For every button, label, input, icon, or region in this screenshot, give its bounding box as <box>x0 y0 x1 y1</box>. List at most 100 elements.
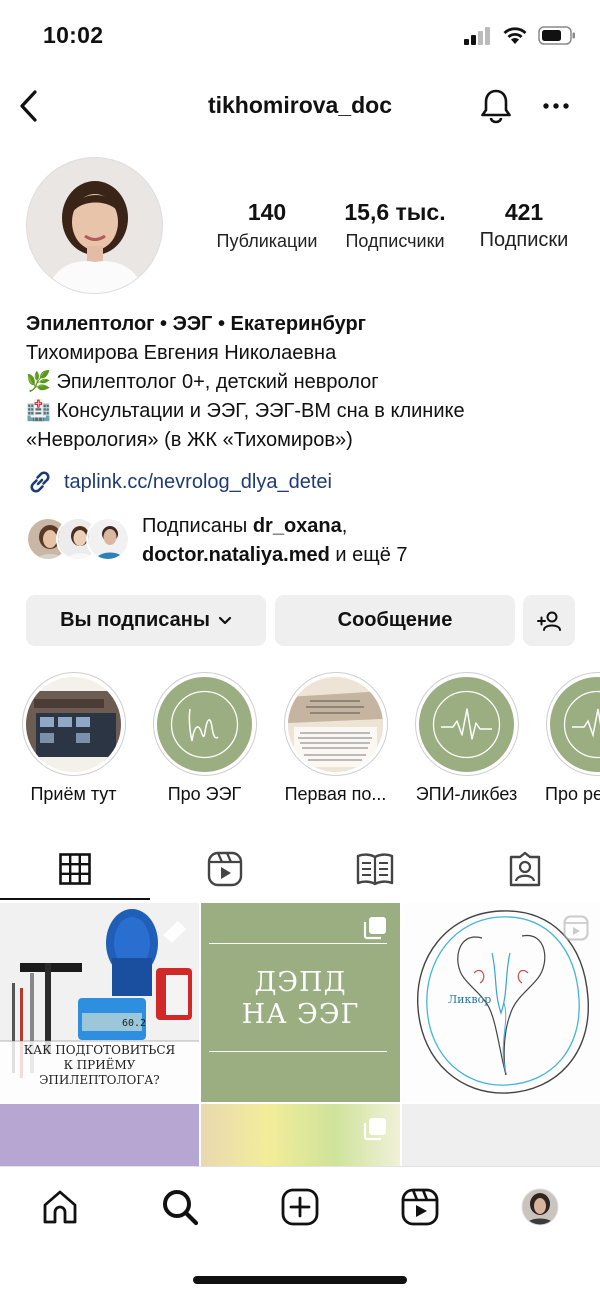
status-bar: 10:02 <box>0 0 600 72</box>
bio-link[interactable]: taplink.cc/nevrolog_dlya_detei <box>26 468 332 496</box>
followed-by-text: Подписаны dr_oxana, doctor.nataliya.med … <box>142 515 408 566</box>
status-icons <box>464 26 576 45</box>
highlight-cover <box>288 676 383 772</box>
highlight-label: Про ЭЭГ <box>167 784 242 804</box>
active-tab-indicator <box>0 898 150 900</box>
highlight-item[interactable]: Первая по... <box>283 672 388 805</box>
highlight-item[interactable]: Приём тут <box>21 672 126 805</box>
avatar <box>521 1188 559 1226</box>
nav-reels[interactable] <box>390 1185 450 1229</box>
bio-line-3: «Неврология» (в ЖК «Тихомиров») <box>26 429 353 451</box>
avatar <box>86 517 130 561</box>
following-count: 421 <box>504 199 544 225</box>
profile-header: tikhomirova_doc <box>0 78 600 134</box>
bio-title: Эпилептолог • ЭЭГ • Екатеринбург <box>26 313 366 335</box>
post-thumbnail[interactable] <box>0 1104 199 1166</box>
herb-icon: 🌿 <box>26 371 51 393</box>
profile-avatar[interactable] <box>26 157 163 294</box>
hospital-icon: 🏥 <box>26 400 51 422</box>
highlight-label: Про ре <box>545 784 600 804</box>
profile-tabs <box>0 838 600 902</box>
highlight-cover <box>550 676 600 772</box>
highlight-label: ЭПИ-ликбез <box>415 784 518 804</box>
device-display: 60.2 <box>122 1018 147 1029</box>
nav-home[interactable] <box>30 1185 90 1229</box>
nav-create[interactable] <box>270 1185 330 1229</box>
tab-tagged[interactable] <box>450 838 600 900</box>
tagged-person-icon <box>509 851 541 887</box>
reels-icon <box>401 1188 439 1226</box>
highlight-label: Приём тут <box>30 784 117 804</box>
wifi-icon <box>503 27 527 44</box>
post-caption: КАК ПОДГОТОВИТЬСЯ К ПРИЁМУ ЭПИЛЕПТОЛОГА? <box>23 1043 176 1087</box>
chevron-down-icon <box>218 616 232 624</box>
highlight-cover <box>26 676 121 772</box>
posts-count: 140 <box>247 199 287 225</box>
more-options-button[interactable] <box>538 86 574 126</box>
diagram-label: Ликвор <box>448 993 492 1006</box>
status-time: 10:02 <box>43 22 104 48</box>
post-thumbnail[interactable]: КАК ПОДГОТОВИТЬСЯ К ПРИЁМУ ЭПИЛЕПТОЛОГА?… <box>0 903 199 1102</box>
highlight-item[interactable]: Про ЭЭГ <box>152 672 257 805</box>
bio-line-1: 🌿 Эпилептолог 0+, детский невролог <box>26 371 379 393</box>
bio-link-text: taplink.cc/nevrolog_dlya_detei <box>64 470 332 493</box>
reels-badge-icon <box>563 915 589 941</box>
highlight-cover <box>157 676 252 772</box>
posts-label: Публикации <box>216 231 318 251</box>
post-title: ДЭПД НА ЭЭГ <box>241 967 360 1030</box>
post-thumbnail[interactable] <box>201 1104 400 1166</box>
following-label: Подписки <box>479 229 569 251</box>
nav-profile[interactable] <box>510 1185 570 1229</box>
following-button-label: Вы подписаны <box>60 609 210 631</box>
mutual-avatars <box>26 517 130 561</box>
carousel-icon <box>363 917 386 940</box>
followers-stat[interactable]: 15,6 тыс. Подписчики <box>336 199 454 252</box>
story-highlights: Приём тут Про ЭЭГ Первая по... ЭПИ-ликбе… <box>0 672 600 812</box>
cellular-signal-icon <box>464 26 490 45</box>
carousel-icon <box>363 1118 386 1141</box>
post-thumbnail[interactable]: Ликвор <box>402 903 600 1102</box>
following-stat[interactable]: 421 Подписки <box>466 199 582 252</box>
highlight-item[interactable]: ЭПИ-ликбез <box>414 672 519 805</box>
bio-name: Тихомирова Евгения Николаевна <box>26 342 337 364</box>
mutual-user-1[interactable]: dr_oxana <box>253 515 342 537</box>
home-icon <box>43 1190 77 1224</box>
highlight-label: Первая по... <box>284 784 387 804</box>
add-person-icon <box>537 611 561 631</box>
home-indicator <box>193 1276 407 1284</box>
followers-count: 15,6 тыс. <box>344 199 446 225</box>
link-icon <box>30 471 50 493</box>
following-button[interactable]: Вы подписаны <box>26 595 266 646</box>
book-icon <box>356 853 394 886</box>
posts-stat[interactable]: 140 Публикации <box>208 199 326 252</box>
grid-icon <box>59 853 91 885</box>
reels-icon <box>207 851 243 887</box>
search-icon <box>163 1190 199 1226</box>
message-button-label: Сообщение <box>337 609 453 631</box>
more-horizontal-icon <box>543 103 569 109</box>
highlight-cover <box>419 676 514 772</box>
message-button[interactable]: Сообщение <box>275 595 515 646</box>
profile-bio: Эпилептолог • ЭЭГ • Екатеринбург Тихомир… <box>26 310 586 455</box>
followers-label: Подписчики <box>345 231 445 251</box>
profile-photo <box>27 158 162 293</box>
followed-by[interactable]: Подписаны dr_oxana, doctor.nataliya.med … <box>26 512 586 572</box>
battery-icon <box>538 26 575 45</box>
heartbeat-wave-icon <box>432 690 501 758</box>
tab-reels[interactable] <box>150 838 300 900</box>
tab-grid[interactable] <box>0 838 150 900</box>
highlight-item[interactable]: Про ре <box>545 672 600 805</box>
notifications-button[interactable] <box>476 86 516 126</box>
posts-grid: КАК ПОДГОТОВИТЬСЯ К ПРИЁМУ ЭПИЛЕПТОЛОГА?… <box>0 903 600 1166</box>
bell-icon <box>481 89 511 124</box>
mutual-user-2[interactable]: doctor.nataliya.med <box>142 544 330 566</box>
nav-search[interactable] <box>150 1185 210 1229</box>
bio-line-2: 🏥 Консультации и ЭЭГ, ЭЭГ-ВМ сна в клини… <box>26 400 465 422</box>
suggested-users-button[interactable] <box>523 595 575 646</box>
add-post-icon <box>281 1188 319 1226</box>
post-thumbnail[interactable]: ДЭПД НА ЭЭГ <box>201 903 400 1102</box>
wave-icon <box>563 690 600 758</box>
tab-guides[interactable] <box>300 838 450 900</box>
post-thumbnail[interactable] <box>402 1104 600 1166</box>
eeg-wave-icon <box>170 690 239 758</box>
